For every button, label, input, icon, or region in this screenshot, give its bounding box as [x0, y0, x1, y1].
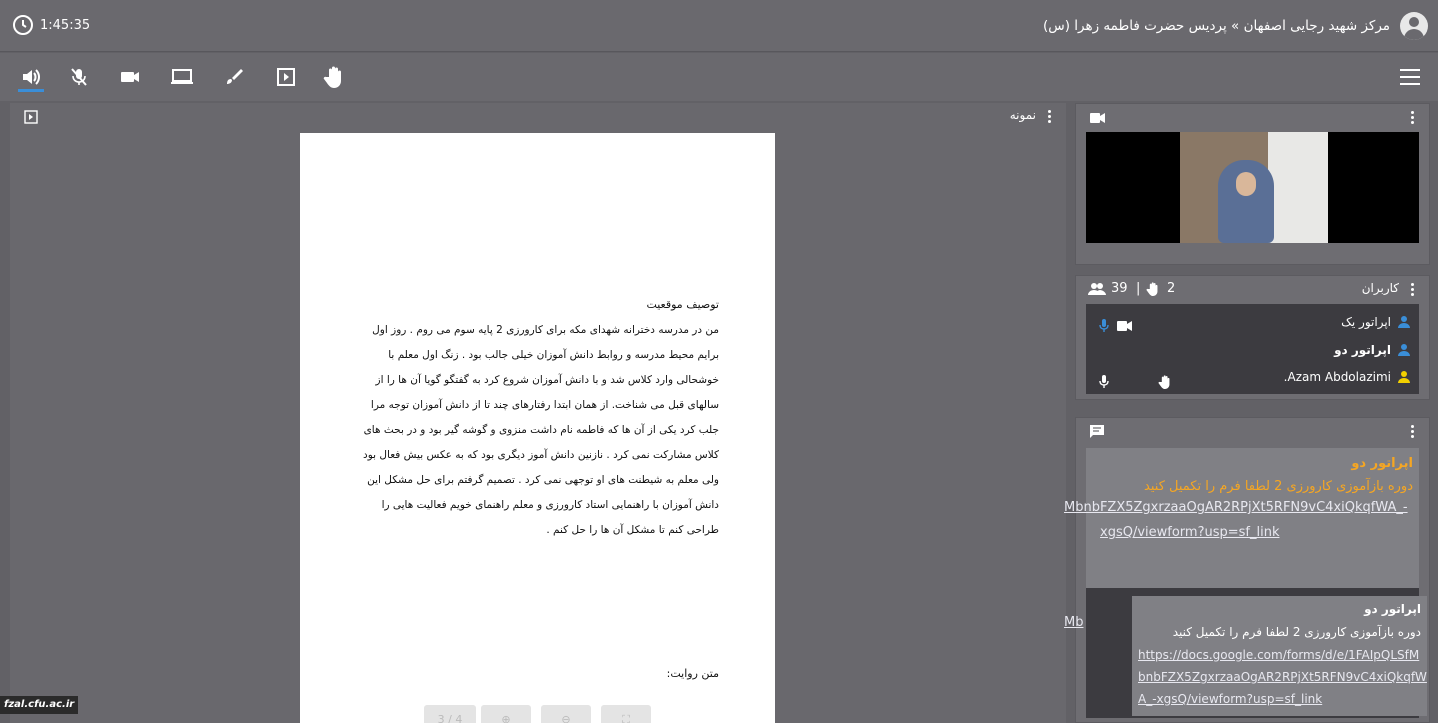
screen-share-icon[interactable]	[168, 63, 196, 91]
embed-link-line[interactable]: https://docs.google.com/forms/d/e/1FAIpQ…	[1138, 644, 1421, 666]
separator: |	[1136, 281, 1141, 296]
user-avatar-icon[interactable]	[1400, 12, 1428, 40]
top-bar: 1:45:35 مرکز شهید رجایی اصفهان » پردیس ح…	[0, 0, 1438, 52]
embed-sender: اپراتور دو	[1364, 602, 1421, 616]
slide-heading: توصیف موقعیت	[646, 298, 719, 311]
hands-count: 2	[1167, 281, 1176, 296]
users-panel: 39 | 2 کاربران اپراتور یک اپراتور دو Aza…	[1075, 275, 1430, 400]
play-media-icon[interactable]	[272, 63, 300, 91]
user-row[interactable]: اپراتور یک	[1341, 312, 1411, 332]
raised-hand-icon	[1158, 375, 1170, 389]
toolbar	[0, 53, 1438, 101]
timer-text: 1:45:35	[40, 17, 91, 33]
zoom-in-button[interactable]: ⊕	[481, 705, 531, 723]
chat-embed-preview: اپراتور دو دوره بازآموزی کارورزی 2 لطفا …	[1086, 588, 1427, 718]
chat-link-fragment[interactable]: Mb	[1064, 615, 1083, 630]
users-group-icon	[1088, 283, 1106, 295]
present-icon[interactable]	[24, 110, 38, 124]
video-options-icon[interactable]	[1411, 111, 1415, 124]
user-name: اپراتور یک	[1341, 315, 1391, 329]
slide-line: طراحی کنم تا مشکل آن ها را حل کنم .	[546, 524, 719, 536]
slide-line: ولی معلم به شیطنت های او توجهی نمی کرد .…	[367, 474, 719, 486]
slide-body: من در مدرسه دخترانه شهدای مکه برای کارور…	[354, 318, 719, 543]
users-count: 39	[1111, 281, 1128, 296]
users-title: کاربران	[1361, 281, 1399, 295]
slide-line: سالهای قبل می شناخت. از همان ابتدا رفتار…	[370, 399, 719, 411]
slide-line: کلاس مشارکت نمی کرد . نازنین دانش آموز د…	[363, 449, 719, 461]
presentation-title: نمونه	[1009, 108, 1036, 122]
video-wall-board	[1268, 132, 1328, 243]
users-options-icon[interactable]	[1411, 283, 1415, 296]
slide-line: من در مدرسه دخترانه شهدای مکه برای کارور…	[372, 324, 719, 336]
raise-hand-icon[interactable]	[320, 63, 348, 91]
raise-hand-icon	[1146, 282, 1158, 296]
mic-muted-icon[interactable]	[65, 63, 93, 91]
chat-message: اپراتور دو دوره بازآموزی کارورزی 2 لطفا …	[1086, 448, 1419, 588]
guest-user-icon	[1398, 371, 1410, 383]
video-camera-icon	[1090, 113, 1105, 123]
embed-link[interactable]: https://docs.google.com/forms/d/e/1FAIpQ…	[1138, 644, 1427, 710]
room-title: مرکز شهید رجایی اصفهان » پردیس حضرت فاطم…	[1042, 18, 1390, 34]
zoom-out-button[interactable]: ⊖	[541, 705, 591, 723]
chat-link[interactable]: xgsQ/viewform?usp=sf_link	[1100, 525, 1279, 540]
clock-icon	[13, 15, 33, 35]
watermark-text: fzal.cfu.ac.ir	[4, 699, 75, 710]
chat-sender: اپراتور دو	[1351, 456, 1413, 471]
slide-line: برایم محیط مدرسه و روابط دانش آموزان خیل…	[388, 349, 719, 361]
slide-line: دانش آموزان با راهنمایی استاد کارورزی و …	[381, 499, 719, 511]
user-name: Azam Abdolazimi.	[1283, 370, 1391, 384]
mic-active-icon	[1099, 319, 1109, 332]
presentation-panel: نمونه توصیف موقعیت من در مدرسه دخترانه ش…	[10, 103, 1066, 723]
chat-panel: اپراتور دو دوره بازآموزی کارورزی 2 لطفا …	[1075, 417, 1430, 723]
video-panel	[1075, 103, 1430, 265]
user-row[interactable]: Azam Abdolazimi.	[1284, 367, 1411, 387]
embed-link-line[interactable]: bnbFZX5ZgxrzaaOgAR2RPjXt5RFN9vC4xiQkqfW	[1138, 666, 1427, 688]
video-camera-icon	[1117, 321, 1132, 331]
speaker-icon[interactable]	[17, 63, 45, 91]
chat-link-overflow[interactable]: MbnbFZX5ZgxrzaaOgAR2RPjXt5RFN9vC4xiQkqfW…	[1064, 500, 1408, 515]
chat-text: دوره بازآموزی کارورزی 2 لطفا فرم را تکمی…	[1144, 479, 1413, 494]
embed-link-line[interactable]: A_-xgsQ/viewform?usp=sf_link	[1138, 688, 1421, 710]
mic-icon	[1099, 375, 1109, 388]
user-row[interactable]: اپراتور دو	[1334, 340, 1411, 360]
slide: توصیف موقعیت من در مدرسه دخترانه شهدای م…	[300, 133, 775, 723]
presentation-options-icon[interactable]	[1048, 110, 1052, 123]
user-icon	[1398, 316, 1410, 328]
video-person-face	[1236, 172, 1256, 196]
chat-options-icon[interactable]	[1411, 425, 1415, 438]
slide-line: خوشحالی وارد کلاس شد و با دانش آموزان شر…	[375, 374, 719, 386]
webcam-video	[1086, 132, 1419, 243]
brush-icon[interactable]	[220, 63, 248, 91]
chat-embed-box: اپراتور دو دوره بازآموزی کارورزی 2 لطفا …	[1132, 596, 1427, 716]
slide-line: جلب کرد یکی از آن ها که فاطمه نام داشت م…	[363, 424, 719, 436]
menu-icon[interactable]	[1400, 69, 1420, 85]
camera-icon[interactable]	[116, 63, 144, 91]
audio-active-indicator	[18, 89, 44, 92]
session-timer: 1:45:35	[12, 14, 90, 36]
user-icon	[1398, 344, 1410, 356]
embed-text: دوره بازآموزی کارورزی 2 لطفا فرم را تکمی…	[1172, 625, 1421, 639]
chat-icon	[1090, 425, 1104, 438]
users-list: اپراتور یک اپراتور دو Azam Abdolazimi.	[1086, 304, 1419, 394]
user-name: اپراتور دو	[1334, 343, 1391, 357]
slide-footer-label: متن روایت:	[666, 667, 719, 680]
page-indicator: 3 / 4	[424, 705, 476, 723]
fullscreen-button[interactable]: ⛶	[601, 705, 651, 723]
watermark-logo: fzal.cfu.ac.ir	[0, 696, 78, 714]
